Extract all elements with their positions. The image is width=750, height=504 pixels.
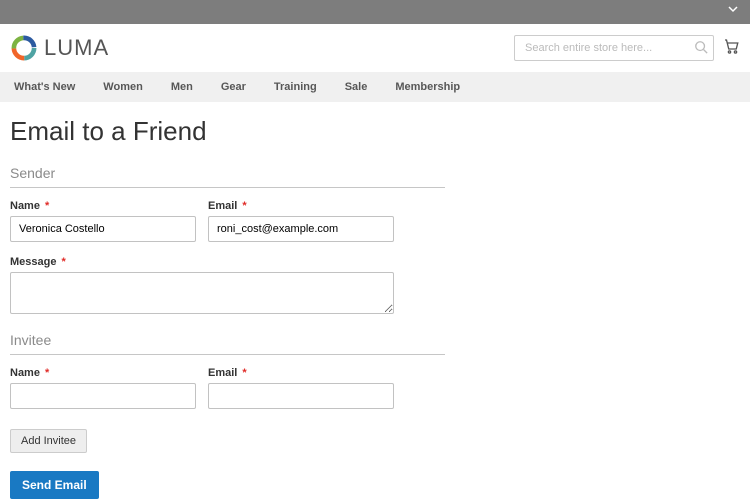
logo-icon [10,34,38,62]
header-right [514,35,740,61]
sender-name-label: Name * [10,200,196,212]
invitee-email-label: Email * [208,367,394,379]
sender-fieldset: Sender Name * Email * Message * [10,165,740,314]
main-content: Email to a Friend Sender Name * Email * … [0,102,750,504]
nav-membership[interactable]: Membership [381,81,474,93]
sender-message-label: Message * [10,256,740,268]
cart-icon[interactable] [722,37,740,60]
sender-name-input[interactable] [10,216,196,242]
sender-legend: Sender [10,165,445,188]
send-email-button[interactable]: Send Email [10,471,99,499]
search-input[interactable] [514,35,714,61]
invitee-legend: Invitee [10,332,445,355]
sender-email-input[interactable] [208,216,394,242]
invitee-email-input[interactable] [208,383,394,409]
invitee-name-label: Name * [10,367,196,379]
invitee-fieldset: Invitee Name * Email * [10,332,740,409]
main-nav: What's New Women Men Gear Training Sale … [0,72,750,102]
header: LUMA [0,24,750,72]
nav-gear[interactable]: Gear [207,81,260,93]
global-topbar [0,0,750,24]
add-invitee-button[interactable]: Add Invitee [10,429,87,453]
invitee-name-input[interactable] [10,383,196,409]
nav-women[interactable]: Women [89,81,157,93]
nav-training[interactable]: Training [260,81,331,93]
sender-email-label: Email * [208,200,394,212]
logo-text: LUMA [44,35,109,61]
search-box [514,35,714,61]
nav-men[interactable]: Men [157,81,207,93]
sender-message-input[interactable] [10,272,394,314]
chevron-down-icon[interactable] [728,4,738,17]
nav-whats-new[interactable]: What's New [0,81,89,93]
logo[interactable]: LUMA [10,34,109,62]
nav-sale[interactable]: Sale [331,81,382,93]
page-title: Email to a Friend [10,116,740,147]
